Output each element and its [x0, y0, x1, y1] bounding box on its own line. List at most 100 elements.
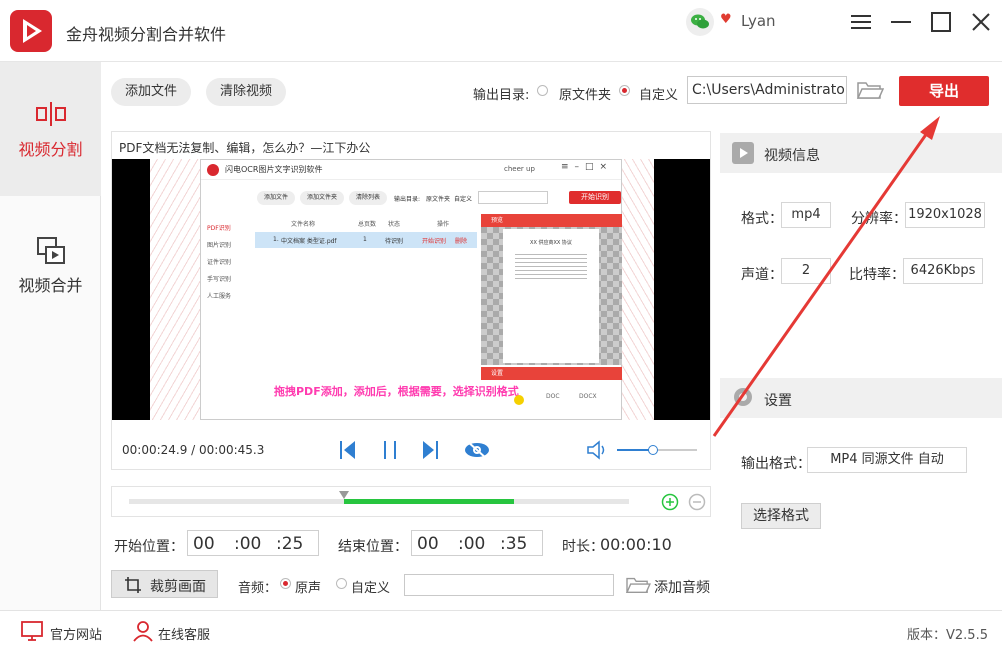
nav-video-split[interactable]: 视频分割 — [0, 62, 101, 196]
start-position-label: 开始位置： — [114, 539, 184, 555]
inner-table-row: 1. 中文档案 类型证.pdf 1 待识别 开始识别 删除 — [255, 232, 477, 248]
zoom-out-icon[interactable] — [688, 493, 706, 511]
inner-doc-page: XX 供应商XX 协议 — [503, 229, 599, 363]
inner-nav: PDF识别 图片识别 证件识别 手写识别 人工服务 — [207, 220, 251, 305]
official-website-link[interactable]: 官方网站 — [50, 624, 102, 643]
source-folder-label[interactable]: 原文件夹 — [559, 84, 611, 103]
end-minutes[interactable]: :00 — [458, 534, 485, 554]
inner-th: 操作 — [437, 221, 450, 228]
duration-label: 时长： — [562, 539, 604, 555]
radio-original-audio[interactable] — [280, 578, 291, 589]
version-label: 版本： — [907, 628, 947, 643]
inner-td: 1. — [273, 236, 279, 243]
website-monitor-icon[interactable] — [20, 620, 44, 642]
crop-icon — [125, 577, 141, 593]
minimize-icon[interactable] — [889, 10, 913, 34]
inner-table-header: 文件名称 总页数 状态 操作 — [255, 216, 477, 230]
inner-settings-head: 设置 — [481, 367, 622, 380]
export-button[interactable]: 导出 — [899, 76, 989, 106]
inner-path-field — [478, 191, 548, 204]
inner-format-doc: DOC — [546, 393, 560, 400]
start-position-field[interactable]: 00 :00 :25 — [187, 530, 319, 556]
audio-label: 音频： — [238, 581, 278, 596]
inner-add-folder: 添加文件夹 — [300, 191, 344, 205]
inner-td: 中文档案 类型证.pdf — [281, 238, 337, 245]
inner-clear-list: 清除列表 — [349, 191, 387, 205]
original-audio-label[interactable]: 原声 — [295, 577, 321, 596]
add-file-button[interactable]: 添加文件 — [111, 78, 191, 106]
start-seconds[interactable]: :25 — [276, 534, 303, 554]
pause-icon[interactable] — [378, 438, 402, 462]
inner-start-button: 开始识别 — [569, 191, 621, 204]
start-minutes[interactable]: :00 — [234, 534, 261, 554]
custom-audio-label[interactable]: 自定义 — [351, 577, 390, 596]
end-seconds[interactable]: :35 — [500, 534, 527, 554]
maximize-icon[interactable] — [929, 10, 953, 34]
video-subtitle: 拖拽PDF添加，添加后，根据需要，选择识别格式 — [274, 385, 519, 398]
start-hours[interactable]: 00 — [193, 534, 215, 554]
online-support-link[interactable]: 在线客服 — [158, 624, 210, 643]
custom-audio-path[interactable] — [404, 574, 614, 596]
timeline-cursor[interactable] — [339, 491, 349, 499]
end-position-field[interactable]: 00 :00 :35 — [411, 530, 543, 556]
previous-frame-icon[interactable] — [336, 438, 360, 462]
crop-frame-button[interactable]: 裁剪画面 — [111, 570, 218, 598]
inner-th: 文件名称 — [291, 221, 316, 228]
volume-icon[interactable] — [585, 438, 609, 462]
inner-doc-title: XX 供应商XX 协议 — [530, 240, 572, 246]
next-frame-icon[interactable] — [418, 438, 442, 462]
end-hours[interactable]: 00 — [417, 534, 439, 554]
wechat-icon[interactable] — [686, 8, 714, 36]
timeline-selection[interactable] — [344, 499, 514, 504]
nav-split-label: 视频分割 — [18, 140, 83, 159]
inner-user: cheer up — [504, 165, 535, 173]
inner-td: 开始识别 — [422, 238, 447, 245]
output-path-field[interactable]: C:\Users\Administrator\ — [687, 76, 847, 104]
inner-app-window: 闪电OCR图片文字识别软件 cheer up ≡–□× 添加文件 添加文件夹 清… — [200, 159, 622, 420]
video-player[interactable]: 闪电OCR图片文字识别软件 cheer up ≡–□× 添加文件 添加文件夹 清… — [112, 159, 710, 420]
timeline-track[interactable] — [129, 491, 629, 504]
app-title: 金舟视频分割合并软件 — [66, 25, 227, 44]
radio-custom-audio[interactable] — [336, 578, 347, 589]
video-title: PDF文档无法复制、编辑，怎么办？—江下办公 — [119, 141, 371, 155]
cursor-highlight — [514, 395, 524, 405]
output-dir-label: 输出目录: — [473, 88, 530, 103]
menu-icon[interactable] — [849, 10, 873, 34]
inner-opt-custom: 自定义 — [454, 196, 473, 203]
nav-video-merge[interactable]: 视频合并 — [0, 196, 101, 330]
inner-nav-item: PDF识别 — [207, 225, 231, 232]
inner-nav-item: 图片识别 — [207, 242, 232, 249]
close-icon[interactable] — [969, 10, 993, 34]
add-audio-folder-icon[interactable] — [624, 574, 652, 596]
user-name[interactable]: Lyan — [741, 12, 776, 30]
folder-open-icon[interactable] — [856, 78, 885, 102]
app-logo — [10, 10, 52, 52]
timeline[interactable] — [111, 486, 711, 517]
inner-td: 待识别 — [385, 238, 404, 245]
inner-td: 1 — [363, 236, 367, 243]
volume-slider-track[interactable] — [617, 445, 697, 455]
merge-icon — [37, 237, 65, 264]
add-audio-button[interactable]: 添加音频 — [654, 577, 710, 597]
zoom-in-icon[interactable] — [661, 493, 679, 511]
inner-preview-area: XX 供应商XX 协议 — [481, 227, 622, 365]
support-user-icon[interactable] — [132, 620, 154, 642]
preview-eye-icon[interactable] — [463, 438, 491, 462]
inner-format-docx: DOCX — [579, 393, 597, 400]
annotation-arrow — [712, 116, 940, 437]
output-format-value[interactable]: MP4 同源文件 自动 — [807, 447, 967, 473]
radio-custom-folder[interactable] — [619, 85, 630, 96]
custom-folder-label[interactable]: 自定义 — [639, 84, 678, 103]
version-value: V2.5.5 — [946, 628, 988, 643]
radio-source-folder[interactable] — [537, 85, 548, 96]
inner-nav-item: 手写识别 — [207, 276, 232, 283]
output-format-label: 输出格式： — [741, 456, 811, 472]
inner-preview-head: 预览 — [481, 214, 622, 227]
inner-nav-item: 证件识别 — [207, 259, 232, 266]
crop-frame-label: 裁剪画面 — [150, 579, 206, 595]
choose-format-button[interactable]: 选择格式 — [741, 503, 821, 529]
inner-add-file: 添加文件 — [257, 191, 295, 205]
clear-video-button[interactable]: 清除视频 — [206, 78, 286, 106]
volume-slider-knob[interactable] — [648, 445, 658, 455]
duration-value: 00:00:10 — [600, 535, 672, 554]
